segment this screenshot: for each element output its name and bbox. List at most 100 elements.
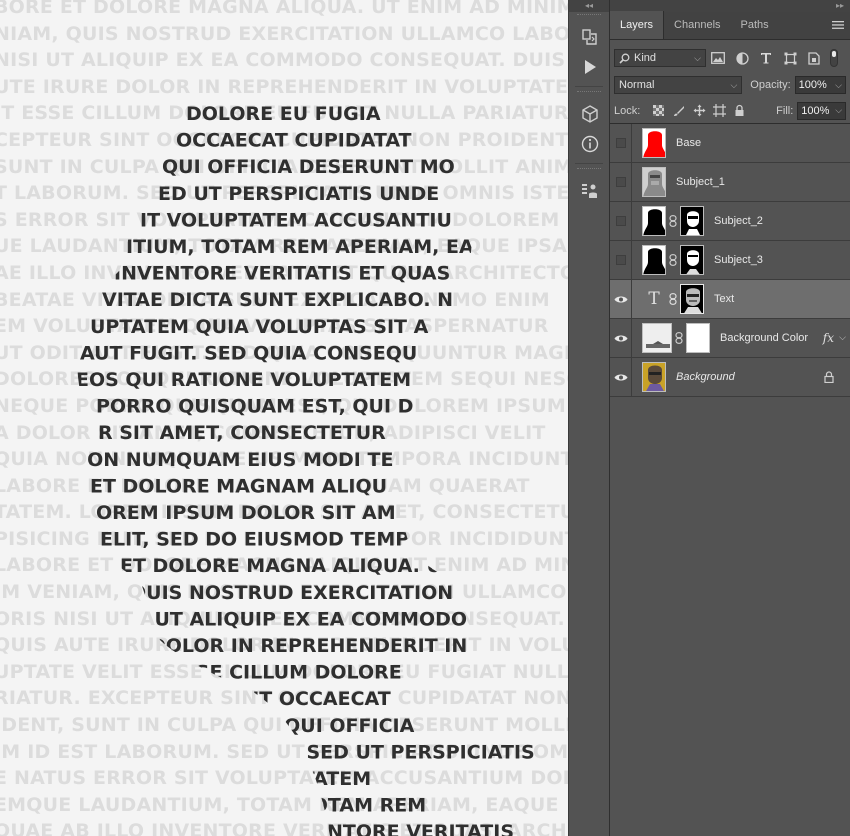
- eye-icon[interactable]: [610, 279, 632, 319]
- lock-transparent-pixels-icon[interactable]: [648, 101, 668, 121]
- layer-background-color[interactable]: Background Color fx ⌵: [610, 318, 850, 358]
- portrait-text-line: EST LABORUM. SED UT PERSPICIATIS: [140, 741, 535, 763]
- collapse-toolstrip-button[interactable]: ◂◂: [569, 0, 609, 12]
- portrait-text-line: ET DOLORE MAGNAM ALIQU: [90, 475, 387, 497]
- filter-adjustment-icon[interactable]: [730, 48, 754, 68]
- layer-text[interactable]: T Text: [610, 279, 850, 319]
- filter-pixel-icon[interactable]: [706, 48, 730, 68]
- layer-effects-icon[interactable]: fx: [823, 331, 834, 345]
- link-chain-icon[interactable]: [672, 332, 686, 344]
- filter-smart-object-icon[interactable]: [802, 48, 826, 68]
- tab-channels[interactable]: Channels: [664, 11, 730, 39]
- portrait-text-line: TEUR SINT OCCAECAT: [160, 688, 391, 710]
- visibility-toggle[interactable]: [610, 201, 632, 241]
- opacity-value: 100%: [798, 79, 827, 91]
- opacity-label: Opacity:: [750, 79, 791, 91]
- lock-all-icon[interactable]: [730, 101, 750, 121]
- layer-mask-thumbnail[interactable]: [686, 323, 710, 353]
- visibility-toggle[interactable]: [610, 123, 632, 163]
- layer-base[interactable]: Base: [610, 123, 850, 163]
- portrait-text-line: AUT FUGIT. SED QUIA CONSEQU: [80, 342, 417, 364]
- search-icon: [619, 53, 630, 64]
- panel-menu-icon[interactable]: [832, 20, 844, 33]
- fill-field[interactable]: 100% ⌵: [797, 101, 847, 120]
- layer-mask-thumbnail[interactable]: [680, 284, 704, 314]
- visibility-toggle[interactable]: [610, 240, 632, 280]
- tab-paths[interactable]: Paths: [731, 11, 779, 39]
- lock-image-pixels-icon[interactable]: [669, 101, 689, 121]
- tab-layers[interactable]: Layers: [610, 11, 665, 39]
- portrait-text-line: ION NUMQUAM EIUS MODI TE: [80, 449, 393, 471]
- portrait-text-line: IT VOLUPTATEM ACCUSANTIU: [140, 209, 452, 231]
- portrait-text-line: PORRO QUISQUAM EST, QUI D: [96, 396, 413, 418]
- portrait-text-line: ED UT PERSPICIATIS UNDE: [158, 183, 439, 205]
- layers-list: Base Subject_1 Subject_2 Subject_3 T Tex…: [610, 123, 850, 397]
- lock-artboard-icon[interactable]: [709, 101, 729, 121]
- layer-thumbnail: [642, 206, 666, 236]
- layer-thumbnail: [642, 128, 666, 158]
- info-icon[interactable]: [569, 129, 611, 159]
- portrait-text-line: R SIT AMET, CONSECTETUR: [98, 422, 386, 444]
- expand-effects-icon[interactable]: ⌵: [839, 332, 846, 343]
- portrait-text-line: QUI OFFICIA DESERUNT MO: [162, 156, 455, 178]
- lock-label: Lock:: [614, 104, 641, 117]
- portrait-text-line: INVENTORE VERITATIS ET QUAS: [114, 263, 450, 285]
- panel-grip[interactable]: [577, 14, 601, 20]
- 3d-cube-icon[interactable]: [569, 99, 611, 129]
- layer-subject-3[interactable]: Subject_3: [610, 240, 850, 280]
- portrait-text-line: QUIS NOSTRUD EXERCITATION: [130, 582, 453, 604]
- link-chain-icon[interactable]: [666, 293, 680, 305]
- layer-name: Base: [676, 137, 702, 149]
- blend-mode-select[interactable]: Normal ⌵: [614, 76, 743, 94]
- lock-row: Lock: Fill: 100% ⌵: [610, 98, 850, 124]
- portrait-text-line: ANTIUM, TOTAM REM: [200, 795, 426, 817]
- portrait-text-line: T IN CULPA QUI OFFICIA: [160, 715, 415, 737]
- portrait-text-line: ELIT, SED DO EIUSMOD TEMPO: [100, 529, 425, 551]
- panel-grip[interactable]: [577, 91, 601, 97]
- fill-layer-thumbnail: [642, 323, 672, 353]
- layer-name: Background Color: [720, 332, 809, 344]
- filter-row: Kind ⌵: [610, 44, 850, 72]
- layer-name: Subject_3: [714, 254, 763, 266]
- fill-label: Fill:: [776, 104, 794, 117]
- portrait-text-line: ESSE CILLUM DOLORE: [170, 662, 402, 684]
- lock-position-icon[interactable]: [689, 101, 709, 121]
- portrait-text-line: OCCAECAT CUPIDATAT: [176, 130, 412, 152]
- actions-play-icon[interactable]: [569, 52, 611, 82]
- layers-empty-area[interactable]: [610, 401, 850, 836]
- filter-type-icon[interactable]: [754, 48, 778, 68]
- portrait-text-line: VITAE DICTA SUNT EXPLICABO. N: [102, 289, 453, 311]
- filter-toggle[interactable]: [830, 49, 838, 67]
- document-canvas[interactable]: BORE ET DOLORE MAGNA ALIQUA. UT ENIM AD …: [0, 0, 568, 836]
- fill-value: 100%: [801, 104, 830, 117]
- panel-grip[interactable]: [577, 168, 601, 174]
- portrait-text-line: OREM IPSUM DOLOR SIT AM: [96, 502, 396, 524]
- layer-mask-thumbnail[interactable]: [680, 206, 704, 236]
- layer-mask-thumbnail[interactable]: [680, 245, 704, 275]
- portrait-text-line: LLO INVENTORE VERITATIS: [230, 821, 514, 836]
- portrait-text-line: ET DOLORE MAGNA ALIQUA. UT: [120, 555, 455, 577]
- portrait-text-line: ITIUM, TOTAM REM APERIAM, EA: [126, 236, 474, 258]
- layer-name: Subject_2: [714, 215, 763, 227]
- link-chain-icon[interactable]: [666, 215, 680, 227]
- layer-background[interactable]: Background: [610, 357, 850, 397]
- filter-shape-icon[interactable]: [778, 48, 802, 68]
- layer-name: Background: [676, 371, 735, 383]
- eye-icon[interactable]: [610, 318, 632, 358]
- clone-source-icon[interactable]: [569, 176, 611, 206]
- eye-icon[interactable]: [610, 357, 632, 397]
- history-icon[interactable]: [569, 22, 611, 52]
- visibility-toggle[interactable]: [610, 162, 632, 202]
- layer-thumbnail: [642, 362, 666, 392]
- filter-kind-select[interactable]: Kind ⌵: [614, 49, 706, 67]
- layer-subject-1[interactable]: Subject_1: [610, 162, 850, 202]
- opacity-field[interactable]: 100% ⌵: [794, 76, 846, 94]
- blend-mode-value: Normal: [619, 79, 655, 91]
- layer-name: Text: [714, 293, 735, 305]
- link-chain-icon[interactable]: [666, 254, 680, 266]
- portrait-text-line: UPTATEM QUIA VOLUPTAS SIT A: [90, 316, 429, 338]
- layer-subject-2[interactable]: Subject_2: [610, 201, 850, 241]
- portrait-text-line: EOS QUI RATIONE VOLUPTATEM: [76, 369, 411, 391]
- tool-strip: ◂◂: [568, 0, 610, 836]
- portrait-text-line: ISI UT ALIQUIP EX EA COMMODO: [120, 608, 467, 630]
